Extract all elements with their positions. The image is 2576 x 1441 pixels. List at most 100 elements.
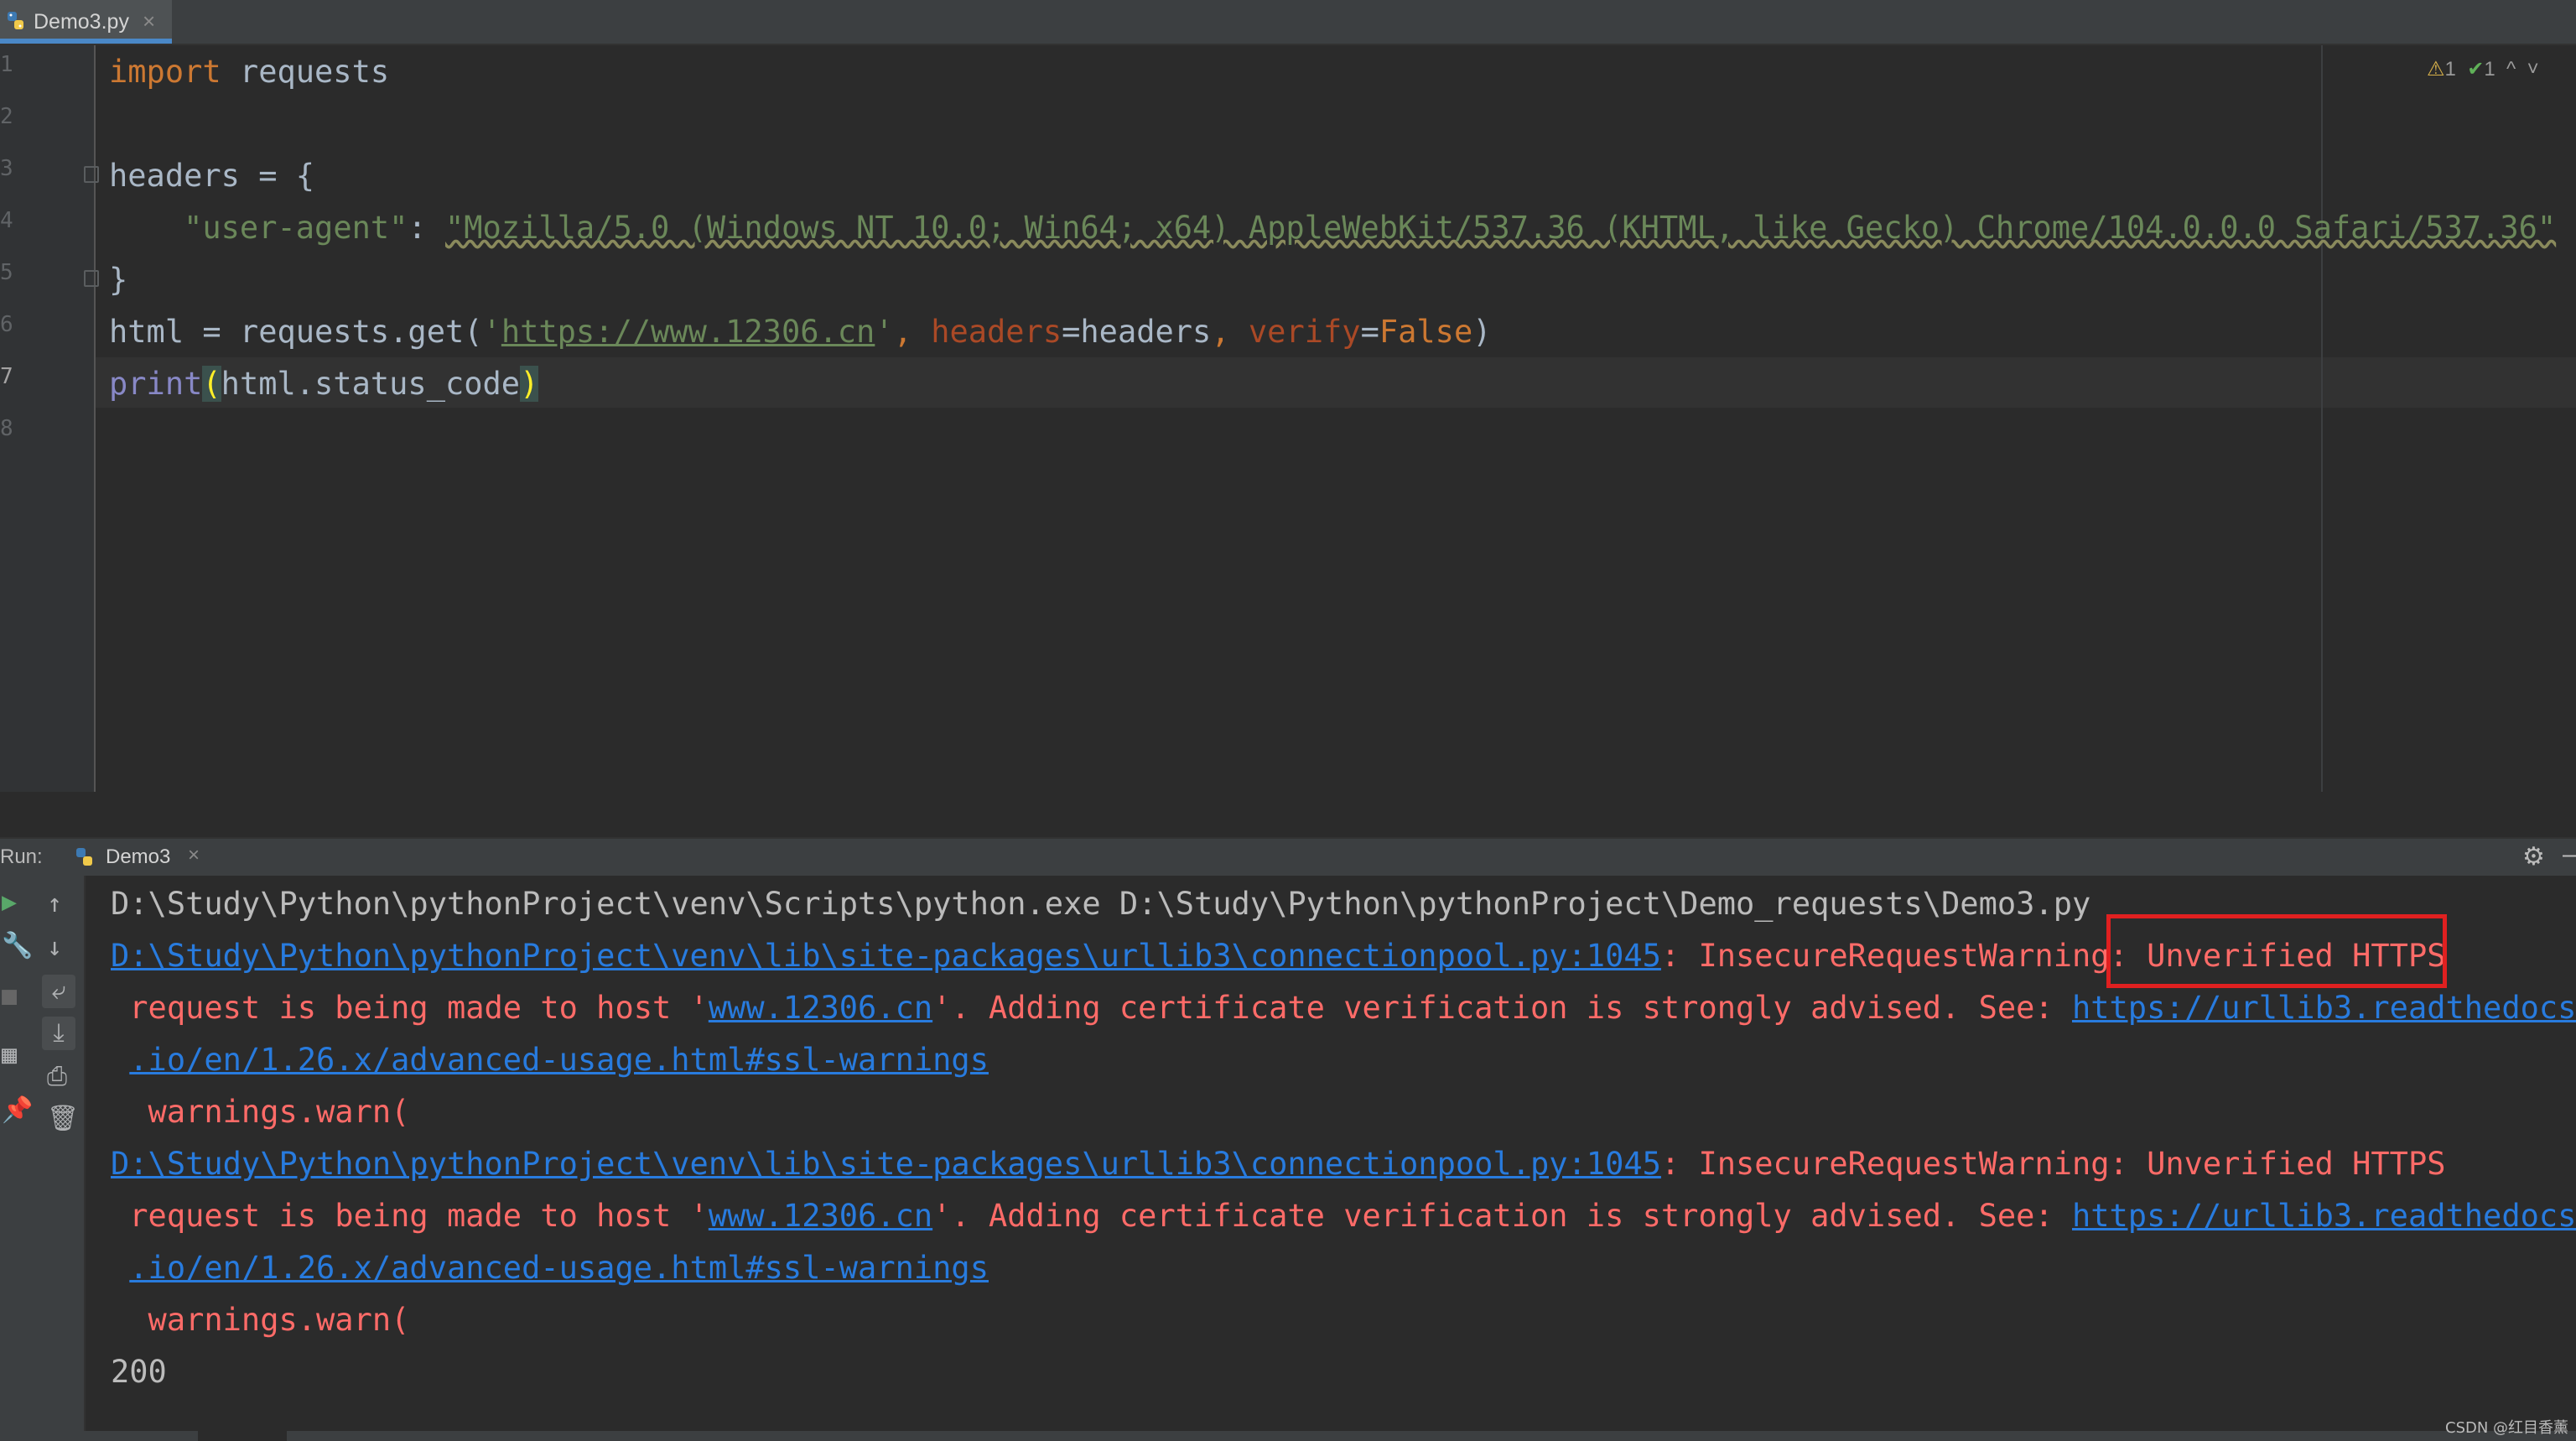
trash-icon[interactable]: 🗑 [47, 1104, 79, 1133]
status-bar [0, 1431, 2576, 1441]
inspection-widget[interactable]: ⚠1 ✔1 ^ ˅ [2427, 57, 2539, 81]
docs-link[interactable]: .io/en/1.26.x/advanced-usage.html#ssl-wa… [129, 1250, 989, 1286]
warning-icon: ⚠ [2427, 58, 2445, 81]
string-key: "user-agent" [184, 210, 408, 246]
code-text: html = requests.get( [109, 314, 483, 350]
command-line: D:\Study\Python\pythonProject\venv\Scrip… [111, 886, 2091, 922]
editor-tab-bar: Demo3.py × [0, 0, 2576, 45]
fold-marker-icon[interactable] [84, 270, 99, 287]
code-text: = [1360, 314, 1379, 350]
minimize-icon[interactable]: – [2563, 840, 2576, 869]
code-line-7: print(html.status_code) [109, 366, 539, 402]
code-line-3: headers = { [109, 159, 314, 193]
chevron-down-icon[interactable]: ˅ [2527, 58, 2539, 81]
console-line: warnings.warn( [111, 1094, 410, 1130]
close-icon[interactable]: × [143, 8, 155, 34]
check-icon: ✔ [2467, 58, 2485, 81]
console-line: request is being made to host 'www.12306… [111, 1199, 2576, 1233]
right-margin-guide [2321, 45, 2323, 792]
run-panel-header: Run: Demo3 × ⚙ – [0, 837, 2576, 876]
annotation-highlight-box [2106, 914, 2447, 988]
warning-text: warnings.warn( [111, 1094, 410, 1130]
warning-count: 1 [2444, 58, 2456, 81]
scroll-to-end-icon[interactable]: ⤓ [42, 1017, 75, 1050]
pin-icon[interactable]: 📌 [2, 1095, 33, 1125]
console-line: request is being made to host 'www.12306… [111, 991, 2576, 1025]
warning-text: : InsecureRequestWarning: Unverified HTT… [1660, 1146, 2446, 1182]
soft-wrap-icon[interactable]: ⤶ [42, 975, 75, 1008]
host-link[interactable]: www.12306.cn [709, 1198, 932, 1234]
comma: , [893, 314, 932, 350]
run-config-tab[interactable]: Demo3 [106, 845, 170, 869]
console-line: warnings.warn( [111, 1302, 410, 1338]
code-line-4: "user-agent": "Mozilla/5.0 (Windows NT 1… [109, 211, 2556, 245]
fold-marker-icon[interactable] [84, 166, 99, 183]
status-code-output: 200 [111, 1354, 167, 1390]
gear-icon[interactable]: ⚙ [2522, 842, 2545, 871]
run-toolbar: ▶ 🔧 ■ ▦ 📌 ↑ ↓ ⤶ ⤓ ⎙ 🗑 [0, 876, 86, 1431]
code-editor[interactable]: 1 2 3 4 5 6 7 8 import requests headers … [0, 45, 2576, 792]
warning-text: '. Adding certificate verification is st… [932, 1198, 2072, 1234]
string-user-agent: "Mozilla/5.0 (Windows NT 10.0; Win64; x6… [444, 210, 2557, 246]
code-line-1: import requests [109, 55, 389, 89]
keyword-false: False [1379, 314, 1473, 350]
host-link[interactable]: www.12306.cn [709, 990, 932, 1026]
warning-text: request is being made to host ' [111, 990, 709, 1026]
arrow-up-icon[interactable]: ↑ [47, 889, 62, 918]
matched-brace: ) [520, 366, 539, 402]
python-run-config-icon [76, 848, 92, 866]
console-line: D:\Study\Python\pythonProject\venv\lib\s… [111, 939, 2446, 973]
param-verify: verify [1248, 314, 1361, 350]
tab-label: Demo3.py [34, 10, 129, 34]
docs-link[interactable]: https://urllib3.readthedocs [2072, 1198, 2576, 1234]
run-label: Run: [0, 845, 43, 868]
stop-icon[interactable]: ■ [2, 981, 17, 1011]
console-line: D:\Study\Python\pythonProject\venv\lib\s… [111, 1147, 2446, 1181]
console-line: 200 [111, 1355, 167, 1389]
code-text: } [109, 262, 128, 298]
print-icon[interactable]: ⎙ [47, 1062, 67, 1091]
wrench-icon[interactable]: 🔧 [2, 931, 33, 960]
chevron-up-icon[interactable]: ^ [2506, 58, 2516, 81]
console-line: .io/en/1.26.x/advanced-usage.html#ssl-wa… [111, 1251, 989, 1285]
code-text: : [408, 210, 445, 246]
arrow-down-icon[interactable]: ↓ [47, 933, 62, 962]
line-number-gutter: 1 2 3 4 5 6 7 8 [0, 45, 99, 792]
line-number: 5 [0, 260, 13, 285]
code-text: requests [221, 54, 390, 90]
warning-text: warnings.warn( [111, 1302, 410, 1338]
docs-link[interactable]: .io/en/1.26.x/advanced-usage.html#ssl-wa… [129, 1042, 989, 1078]
line-number: 3 [0, 156, 13, 181]
warning-text: request is being made to host ' [111, 1198, 709, 1234]
code-text: headers = { [109, 158, 315, 194]
string-url[interactable]: https://www.12306.cn [501, 314, 875, 350]
python-file-icon [8, 12, 23, 29]
status-bar-segment [198, 1431, 287, 1441]
line-number: 8 [0, 416, 13, 441]
line-number: 6 [0, 312, 13, 337]
builtin-print: print [109, 366, 203, 402]
docs-link[interactable]: https://urllib3.readthedocs [2072, 990, 2576, 1026]
matched-brace: ( [202, 366, 221, 402]
rerun-icon[interactable]: ▶ [2, 887, 17, 917]
quote: ' [875, 314, 894, 350]
param-headers: headers [931, 314, 1062, 350]
comma: , [1211, 314, 1249, 350]
active-tab-indicator [0, 39, 172, 44]
line-number: 4 [0, 208, 13, 233]
tab-demo3-py[interactable]: Demo3.py × [0, 0, 172, 44]
traceback-link[interactable]: D:\Study\Python\pythonProject\venv\lib\s… [111, 938, 1661, 974]
console-line: .io/en/1.26.x/advanced-usage.html#ssl-wa… [111, 1043, 989, 1077]
keyword-import: import [109, 54, 221, 90]
check-count: 1 [2484, 58, 2496, 81]
code-text: =headers [1062, 314, 1212, 350]
watermark: CSDN @红目香薰 [2445, 1419, 2569, 1437]
quote: ' [482, 314, 501, 350]
line-number: 1 [0, 52, 13, 77]
line-number: 2 [0, 104, 13, 129]
close-icon[interactable]: × [188, 844, 200, 867]
code-line-6: html = requests.get('https://www.12306.c… [109, 315, 1492, 349]
traceback-link[interactable]: D:\Study\Python\pythonProject\venv\lib\s… [111, 1146, 1661, 1182]
layout-icon[interactable]: ▦ [2, 1040, 17, 1069]
